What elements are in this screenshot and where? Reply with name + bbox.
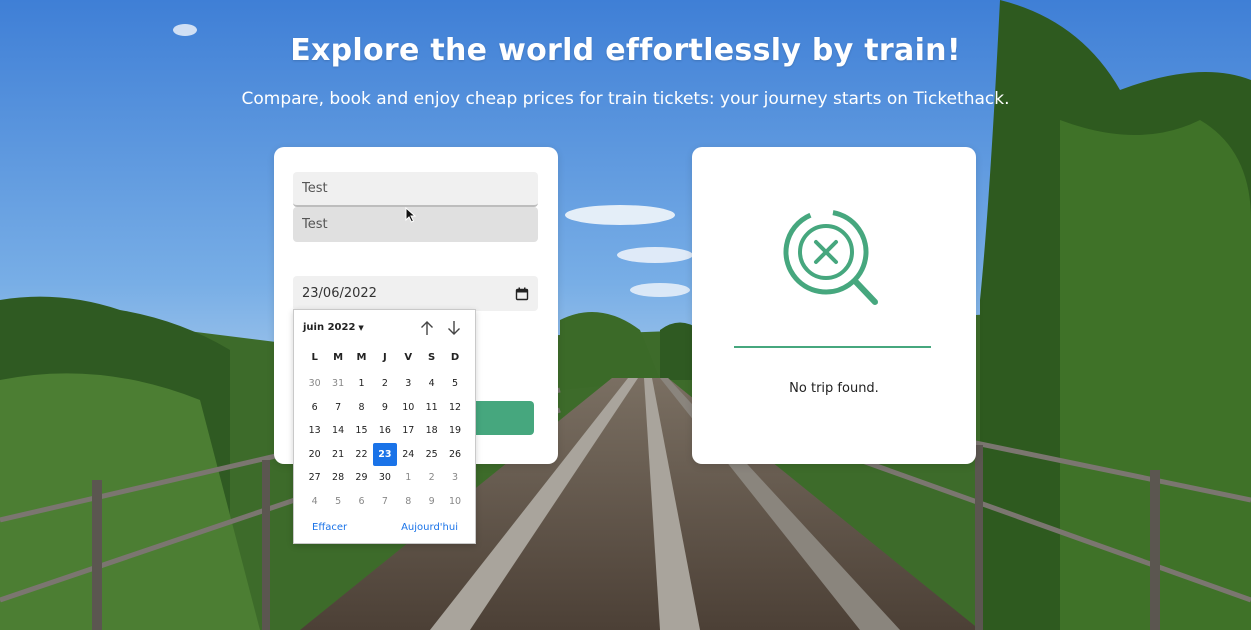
weekday-label: M [356,352,367,363]
calendar-day[interactable]: 19 [443,419,466,443]
calendar-day[interactable]: 28 [326,466,349,490]
calendar-day[interactable]: 8 [350,396,373,420]
calendar-day[interactable]: 6 [303,396,326,420]
calendar-day[interactable]: 30 [373,466,396,490]
calendar-day[interactable]: 22 [350,443,373,467]
weekday-label: D [450,352,460,363]
calendar-day[interactable]: 5 [443,372,466,396]
clear-date-button[interactable]: Effacer [312,522,347,533]
calendar-icon[interactable] [515,287,529,301]
calendar-day-selected[interactable]: 23 [373,442,397,466]
calendar-day[interactable]: 4 [420,372,443,396]
date-input[interactable]: 23/06/2022 [293,276,538,311]
calendar-day[interactable]: 3 [397,372,420,396]
calendar-day[interactable]: 26 [443,443,466,467]
calendar-day[interactable]: 1 [397,466,420,490]
calendar-day[interactable]: 25 [420,443,443,467]
calendar-day[interactable]: 11 [420,396,443,420]
date-value: 23/06/2022 [302,286,377,301]
weekday-label: M [333,352,344,363]
calendar-days-grid: 30 31 1 2 3 4 5 6 7 8 9 10 11 12 13 14 1… [303,372,472,513]
calendar-day[interactable]: 21 [326,443,349,467]
mouse-cursor-icon [405,207,417,223]
next-month-arrow-icon[interactable] [447,320,461,336]
calendar-day[interactable]: 2 [420,466,443,490]
calendar-day[interactable]: 31 [326,372,349,396]
calendar-day[interactable]: 27 [303,466,326,490]
calendar-day[interactable]: 16 [373,419,396,443]
calendar-day[interactable]: 7 [326,396,349,420]
calendar-day[interactable]: 7 [373,490,396,514]
calendar-day[interactable]: 20 [303,443,326,467]
today-button[interactable]: Aujourd'hui [401,522,458,533]
calendar-day[interactable]: 9 [420,490,443,514]
calendar-day[interactable]: 14 [326,419,349,443]
hero-subtitle: Compare, book and enjoy cheap prices for… [241,89,1010,109]
calendar-day[interactable]: 13 [303,419,326,443]
calendar-day[interactable]: 12 [443,396,466,420]
weekday-label: V [404,352,413,363]
calendar-day[interactable]: 1 [350,372,373,396]
weekday-label: S [428,352,436,363]
date-picker-popup: juin 2022 ▼ L M M J V S D 30 31 1 2 3 4 5… [293,309,476,544]
search-no-result-icon [783,209,878,305]
previous-month-arrow-icon[interactable] [420,320,434,336]
calendar-day[interactable]: 17 [397,419,420,443]
month-label: juin 2022 [303,322,356,333]
calendar-day[interactable]: 29 [350,466,373,490]
calendar-day[interactable]: 30 [303,372,326,396]
weekday-label: J [383,352,387,363]
caret-down-icon: ▼ [358,324,364,332]
calendar-day[interactable]: 9 [373,396,396,420]
calendar-day[interactable]: 15 [350,419,373,443]
results-card: No trip found. [692,147,976,464]
month-selector[interactable]: juin 2022 ▼ [303,322,364,333]
calendar-day[interactable]: 24 [397,443,420,467]
calendar-day[interactable]: 4 [303,490,326,514]
calendar-day[interactable]: 10 [397,396,420,420]
calendar-day[interactable]: 18 [420,419,443,443]
calendar-day[interactable]: 5 [326,490,349,514]
result-divider [734,346,931,348]
calendar-day[interactable]: 10 [443,490,466,514]
calendar-day[interactable]: 8 [397,490,420,514]
weekday-header: L M M J V S D [303,352,472,363]
calendar-day[interactable]: 2 [373,372,396,396]
no-trip-message: No trip found. [789,381,879,396]
weekday-label: L [311,352,318,363]
departure-input[interactable] [293,172,538,207]
calendar-day[interactable]: 6 [350,490,373,514]
calendar-day[interactable]: 3 [443,466,466,490]
hero-title: Explore the world effortlessly by train! [290,33,961,68]
